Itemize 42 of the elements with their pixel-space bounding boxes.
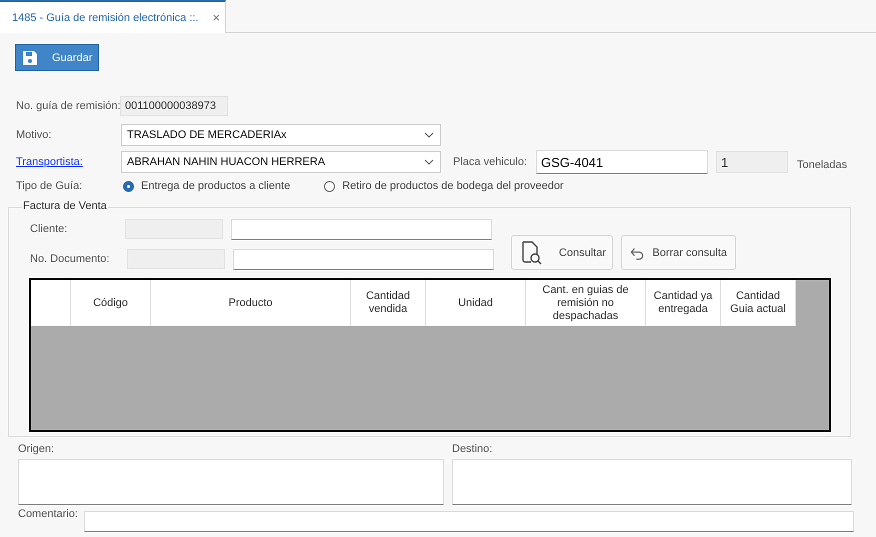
dropdown-field[interactable]: TRASLADO DE MERCADERIAx xyxy=(121,124,441,146)
read-only-field: 001100000038973 xyxy=(120,96,228,116)
field-label: No. guía de remisión: xyxy=(16,100,120,112)
chevron-down-icon xyxy=(424,159,434,165)
column-header[interactable]: Cantidad Guia actual xyxy=(721,280,796,326)
dropdown-field[interactable]: ABRAHAN NAHIN HUACON HERRERA xyxy=(121,151,441,173)
close-button[interactable]: × xyxy=(212,10,220,25)
read-only-field: 1 xyxy=(716,151,788,173)
field-label: Tipo de Guía: xyxy=(16,180,84,192)
input-field[interactable] xyxy=(84,511,854,532)
clear-button[interactable]: Borrar consulta xyxy=(621,235,736,270)
input-field[interactable]: GSG-4041 xyxy=(536,150,708,174)
radio-option[interactable]: Retiro de productos de bodega del proveedor xyxy=(324,180,564,192)
field-label: Motivo: xyxy=(16,129,52,141)
column-header[interactable]: Producto xyxy=(151,280,351,326)
save-button[interactable]: Guardar xyxy=(15,44,99,71)
radio-option[interactable]: Entrega de productos a cliente xyxy=(123,180,290,192)
radio-button[interactable] xyxy=(123,180,134,192)
unit-label: Toneladas xyxy=(797,159,848,171)
radio-button[interactable] xyxy=(324,180,336,192)
chevron-down-icon xyxy=(424,132,434,138)
group-title: Factura de Venta xyxy=(22,200,108,212)
field-label: No. Documento: xyxy=(30,253,110,265)
row-header-cell xyxy=(31,280,71,326)
text-area[interactable] xyxy=(18,459,444,505)
field-label: Cliente: xyxy=(30,223,68,235)
input-field[interactable] xyxy=(233,248,494,270)
field-label: Origen: xyxy=(18,443,56,457)
field-label: Comentario: xyxy=(18,508,79,520)
document-tab[interactable]: 1485 - Guía de remisión electrónica ::. × xyxy=(0,0,226,33)
undo-arrow-icon xyxy=(630,246,644,260)
column-header[interactable]: Código xyxy=(71,280,151,326)
column-header[interactable]: Unidad xyxy=(426,280,526,326)
consult-button[interactable]: Consultar xyxy=(511,235,613,270)
text-area[interactable] xyxy=(452,459,852,505)
field-label: Destino: xyxy=(452,443,494,457)
column-header[interactable]: Cant. en guias de remisión no despachadas xyxy=(526,280,646,326)
transportista-link[interactable]: Transportista: xyxy=(16,156,121,168)
column-header[interactable]: Cantidad ya entregada xyxy=(646,280,721,326)
input-field[interactable] xyxy=(231,218,492,240)
column-header[interactable]: Cantidad vendida xyxy=(351,280,426,326)
field-label: Placa vehiculo: xyxy=(453,156,528,168)
